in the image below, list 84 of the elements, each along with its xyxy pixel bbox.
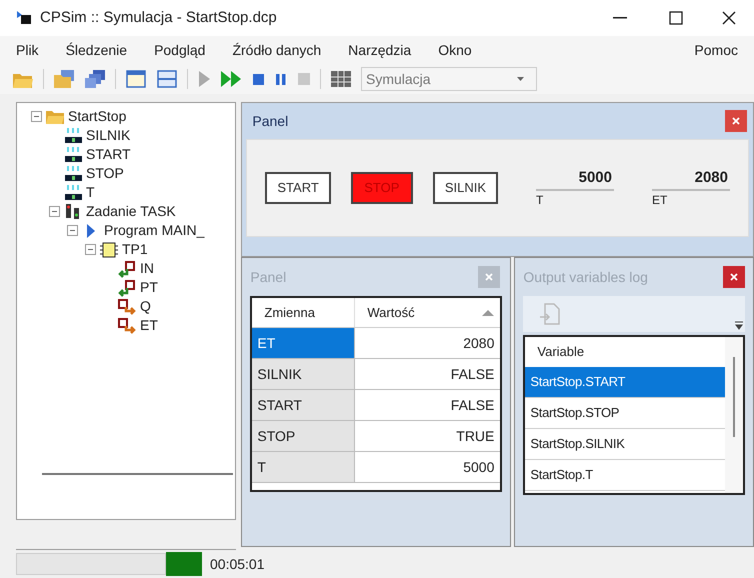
output-pin-icon [117,298,137,316]
table-cell[interactable]: T [252,452,354,482]
new-window-icon[interactable] [125,69,147,89]
tree-item[interactable]: START [86,144,131,165]
tree-item[interactable]: STOP [86,163,124,184]
close-icon [722,11,736,25]
tree-item[interactable]: SILNIK [86,125,130,146]
close-icon [730,273,738,281]
table-cell: 2080 [354,328,500,358]
menu-item[interactable]: Podgląd [154,40,206,60]
panel-title: Output variables log [523,268,648,287]
panel-title: Panel [250,268,286,286]
minus-icon [87,246,94,253]
table-cell: 5000 [354,452,500,482]
tree-item[interactable]: PT [140,277,158,298]
tree-item[interactable]: StartStop [68,106,126,127]
minus-icon [51,208,58,215]
menu-item[interactable]: Plik [16,40,39,60]
stop-icon[interactable] [251,72,265,86]
pause-icon[interactable] [274,72,288,86]
expander-toggle[interactable] [31,111,42,122]
tree-item[interactable]: Zadanie TASK [86,201,176,222]
tree-item[interactable]: Q [140,296,151,317]
caret-icon [517,77,524,81]
windows-icon[interactable] [84,69,106,89]
display-label: T [536,192,544,210]
mode-dropdown[interactable]: Symulacja [361,67,537,91]
log-row[interactable]: StartStop.START [525,367,725,398]
toggle-button[interactable]: START [265,172,331,204]
output-pin-icon [117,316,137,334]
menu-item[interactable]: Śledzenie [66,40,128,60]
table-cell[interactable]: SILNIK [252,359,354,389]
panel-grid-icon[interactable] [330,70,352,88]
column-header[interactable]: Wartość [367,302,415,322]
panel-title: Panel [252,112,288,130]
minimize-icon [613,17,627,19]
maximize-icon [669,11,683,25]
table-cell[interactable]: STOP [252,421,354,451]
expander-toggle[interactable] [67,225,78,236]
tree-item[interactable]: IN [140,258,154,279]
menu-item[interactable]: Źródło danych [232,40,322,60]
menu-item[interactable]: Narzędzia [348,40,412,60]
binary-variable-icon [63,146,83,164]
expander-toggle[interactable] [49,206,60,217]
menu-item[interactable]: Pomoc [694,40,738,60]
close-icon [485,273,494,281]
value-display: 2080 [652,166,730,192]
status-time: 00:05:01 [210,554,264,574]
toggle-button[interactable]: SILNIK [432,172,498,204]
tree-item[interactable]: TP1 [122,239,148,260]
status-indicator [166,552,202,576]
input-pin-icon [117,260,137,278]
tree-item[interactable]: ET [140,315,158,336]
menu-item[interactable]: Okno [438,40,472,60]
sort-icon [482,309,494,316]
display-label: ET [652,192,668,210]
minus-icon [33,113,40,120]
table-cell[interactable]: START [252,390,354,420]
folder-window-icon[interactable] [53,69,75,89]
scrollbar[interactable] [725,337,743,493]
binary-variable-icon [63,164,83,182]
input-pin-icon [117,278,137,296]
value-display: 5000 [536,166,614,192]
tree-item[interactable]: T [86,182,95,203]
close-icon [732,117,740,125]
chip-icon [99,240,119,258]
binary-variable-icon [63,126,83,144]
table-cell: TRUE [354,421,500,451]
minus-icon [69,227,76,234]
overflow-icon[interactable] [735,320,743,330]
column-header[interactable]: Variable [525,337,725,367]
table-cell[interactable]: ET [252,328,354,358]
table-cell: FALSE [354,359,500,389]
table-cell: FALSE [354,390,500,420]
close-button[interactable] [723,266,745,288]
split-window-icon[interactable] [156,69,178,89]
window-title: CPSim :: Symulacja - StartStop.dcp [40,8,277,28]
close-button[interactable] [725,110,747,132]
fast-forward-icon[interactable] [220,70,242,88]
column-header[interactable]: Zmienna [252,302,354,322]
tree-item[interactable]: Program MAIN_ [104,220,204,241]
app-icon [16,11,32,25]
binary-variable-icon [63,184,83,202]
expander-toggle[interactable] [85,244,96,255]
